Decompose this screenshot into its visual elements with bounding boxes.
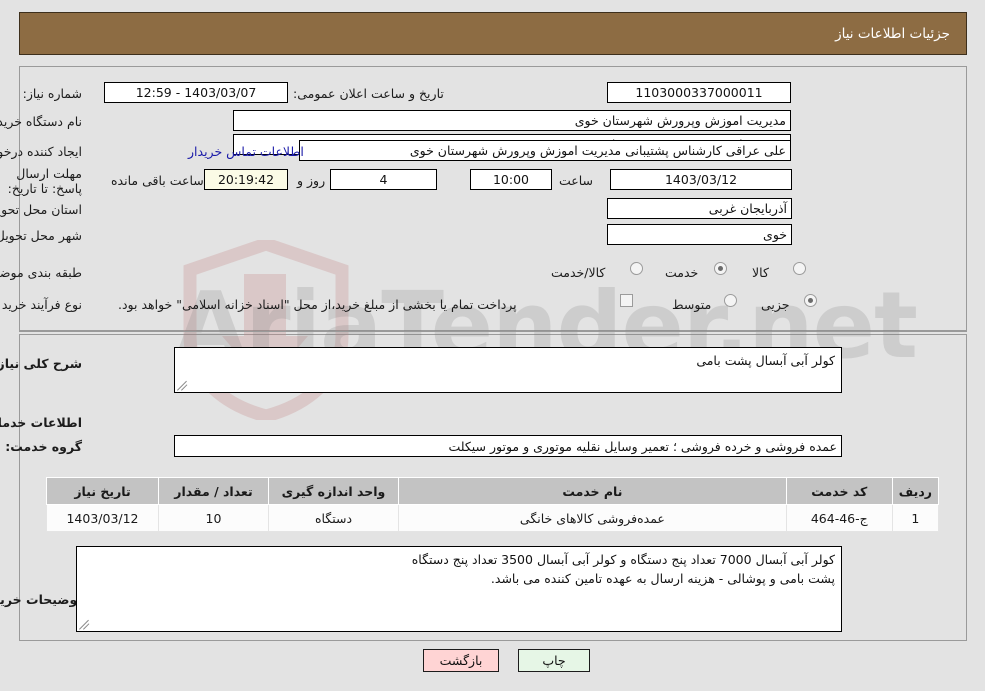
radio-category-service[interactable] [714,262,727,275]
response-deadline-label: مهلت ارسال پاسخ: تا تاریخ: [7,166,82,196]
general-description-value: کولر آبی آبسال پشت بامی [696,353,835,368]
radio-category-goods[interactable] [793,262,806,275]
request-creator-value: علی عراقی کارشناس پشتیبانی مدیریت اموزش … [299,140,791,161]
table-header-row: ردیف کد خدمت نام خدمت واحد اندازه گیری ت… [46,477,940,505]
buyer-notes-textarea[interactable]: کولر آبی آبسال 7000 تعداد پنج دستگاه و ک… [76,546,842,632]
remaining-days-label: روز و [297,173,326,188]
announcement-datetime-label: تاریخ و ساعت اعلان عمومی: [293,86,444,101]
treasury-bond-note: پرداخت تمام یا بخشی از مبلغ خرید،از محل … [118,297,517,312]
radio-process-minor[interactable] [804,294,817,307]
radio-process-medium-label: متوسط [672,297,712,312]
radio-process-medium[interactable] [724,294,737,307]
cell-unit: دستگاه [268,504,399,532]
col-name: نام خدمت [398,477,787,505]
back-button[interactable]: بازگشت [423,649,499,672]
treasury-bond-checkbox[interactable] [620,294,633,307]
radio-process-minor-label: جزیی [761,297,790,312]
cell-date: 1403/03/12 [46,504,159,532]
buyer-notes-label: توضیحات خریدار: [0,592,82,607]
radio-category-goods-service-label: کالا/خدمت [551,265,606,280]
print-button[interactable]: چاپ [518,649,590,672]
need-details-page: AriaTender.net جزئیات اطلاعات نیاز شماره… [0,0,985,691]
buyer-notes-line-1: کولر آبی آبسال 7000 تعداد پنج دستگاه و ک… [411,552,835,567]
delivery-city-label: شهر محل تحویل: [0,228,82,243]
col-unit: واحد اندازه گیری [268,477,399,505]
subject-category-label: طبقه بندی موضوعی: [0,265,82,280]
service-group-value: عمده فروشی و خرده فروشی ؛ تعمیر وسایل نق… [174,435,842,457]
cell-row: 1 [891,504,940,532]
cell-name: عمده‌فروشی کالاهای خانگی [398,504,787,532]
buyer-org-value: مدیریت اموزش وپرورش شهرستان خوی [233,110,791,131]
remaining-time-label: ساعت باقی مانده [111,173,204,188]
page-title: جزئیات اطلاعات نیاز [835,25,950,42]
deadline-time-value: 10:00 [470,169,552,190]
radio-category-service-label: خدمت [665,265,699,280]
panel-divider [19,331,967,332]
col-code: کد خدمت [785,477,893,505]
deadline-date-value: 1403/03/12 [610,169,792,190]
need-summary-panel [19,66,967,331]
services-table: ردیف کد خدمت نام خدمت واحد اندازه گیری ت… [46,477,940,532]
delivery-province-value: آذربایجان غربی [607,198,792,219]
page-title-bar: جزئیات اطلاعات نیاز [19,12,967,55]
table-row: 1 ج-46-464 عمده‌فروشی کالاهای خانگی دستگ… [46,504,940,532]
col-date: تاریخ نیاز [46,477,159,505]
announcement-datetime-value: 1403/03/07 - 12:59 [104,82,288,103]
cell-quantity: 10 [158,504,269,532]
resize-handle-icon[interactable] [79,618,91,630]
need-number-value: 1103000337000011 [607,82,791,103]
col-row: ردیف [891,477,940,505]
radio-category-goods-label: کالا [752,265,769,280]
purchase-process-label: نوع فرآیند خرید : [0,297,82,312]
buyer-org-label: نام دستگاه خریدار: [0,114,82,129]
col-quantity: تعداد / مقدار [158,477,269,505]
service-group-label: گروه خدمت: [5,439,82,454]
general-description-label: شرح کلی نیاز: [0,356,82,371]
need-number-label: شماره نیاز: [22,86,82,101]
delivery-city-value: خوی [607,224,792,245]
buyer-notes-line-2: پشت بامی و پوشالی - هزینه ارسال به عهده … [490,571,835,586]
delivery-province-label: استان محل تحویل: [0,202,82,217]
general-description-textarea[interactable]: کولر آبی آبسال پشت بامی [174,347,842,393]
buyer-contact-link[interactable]: اطلاعات تماس خریدار [188,144,304,159]
remaining-days-value: 4 [330,169,437,190]
radio-category-goods-service[interactable] [630,262,643,275]
request-creator-label: ایجاد کننده درخواست: [0,144,82,159]
cell-code: ج-46-464 [785,504,893,532]
remaining-time-value: 20:19:42 [204,169,288,190]
resize-handle-icon[interactable] [177,379,189,391]
services-section-heading: اطلاعات خدمات مورد نیاز [0,415,82,430]
deadline-hour-label: ساعت [559,173,594,188]
